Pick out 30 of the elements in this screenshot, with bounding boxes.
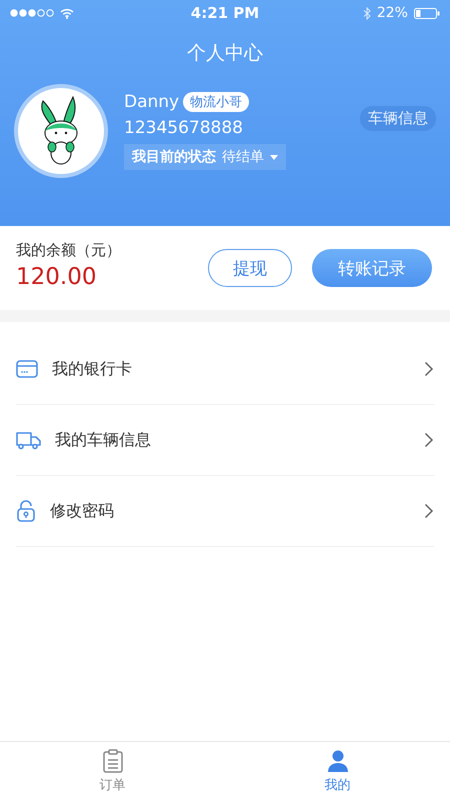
status-time: 4:21 PM bbox=[190, 4, 260, 22]
menu-item[interactable]: 修改密码 bbox=[16, 476, 434, 547]
chevron-right-icon bbox=[424, 503, 434, 519]
lock-icon bbox=[16, 500, 36, 522]
battery-icon bbox=[414, 8, 440, 18]
bank-card-icon bbox=[16, 359, 38, 379]
page-title: 个人中心 bbox=[187, 41, 263, 66]
caret-icon bbox=[270, 154, 278, 160]
phone-number: 12345678888 bbox=[124, 118, 244, 138]
menu-item[interactable]: 我的车辆信息 bbox=[16, 405, 434, 476]
vehicle-info-button[interactable]: 车辆信息 bbox=[360, 106, 436, 131]
person-icon bbox=[326, 748, 348, 772]
role-badge: 物流小哥 bbox=[183, 92, 250, 112]
user-name: Danny bbox=[124, 92, 180, 112]
signal-icon bbox=[10, 9, 54, 17]
battery-percent: 22% bbox=[376, 5, 408, 21]
chevron-right-icon bbox=[424, 432, 434, 448]
clipboard-icon bbox=[102, 748, 124, 772]
withdraw-button[interactable]: 提现 bbox=[208, 249, 292, 287]
tab-item[interactable]: 订单 bbox=[0, 742, 225, 800]
status-dropdown[interactable]: 我目前的状态 待结单 bbox=[124, 144, 286, 170]
bluetooth-icon bbox=[362, 6, 371, 20]
menu-item[interactable]: 我的银行卡 bbox=[16, 334, 434, 405]
balance-amount: 120.00 bbox=[16, 264, 98, 290]
transfer-records-button[interactable]: 转账记录 bbox=[312, 249, 432, 287]
truck-icon bbox=[16, 430, 41, 450]
chevron-right-icon bbox=[424, 361, 434, 377]
wifi-icon bbox=[60, 8, 74, 18]
balance-label: 我的余额（元） bbox=[16, 240, 122, 260]
tab-item[interactable]: 我的 bbox=[225, 742, 450, 800]
